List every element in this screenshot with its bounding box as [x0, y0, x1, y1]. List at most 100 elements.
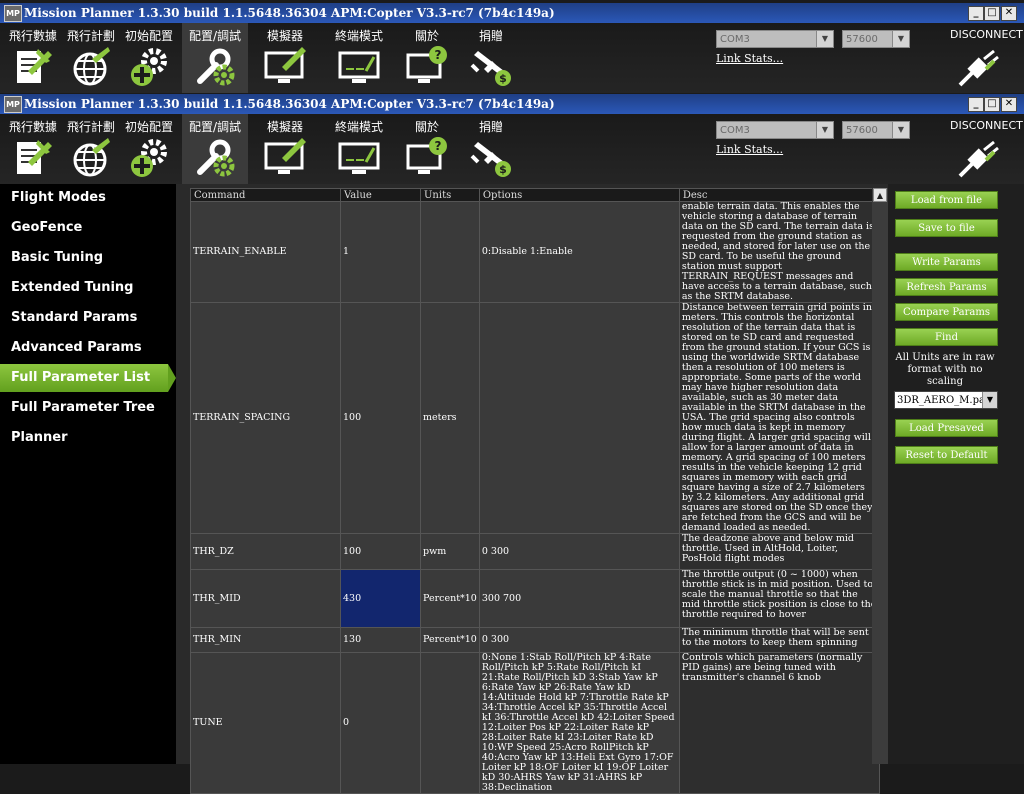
- baud-rate-select[interactable]: 57600 ▼: [842, 121, 910, 139]
- toolbar-globe-button[interactable]: 飛行計劃: [62, 23, 120, 93]
- dropdown-arrow-icon[interactable]: ▼: [892, 122, 909, 138]
- close-icon[interactable]: ✕: [1001, 97, 1017, 112]
- scroll-up-icon[interactable]: ▲: [873, 188, 887, 202]
- close-icon[interactable]: ✕: [1001, 6, 1017, 21]
- sidebar-item-basic-tuning[interactable]: Basic Tuning: [0, 244, 176, 272]
- dropdown-arrow-icon[interactable]: ▼: [892, 31, 909, 47]
- toolbar-flight-data-button[interactable]: 飛行數據: [4, 114, 62, 184]
- toolbar-donate-plane-button[interactable]: 捐贈 $: [462, 23, 520, 93]
- toolbar-simulator-monitor-button[interactable]: 模擬器: [256, 114, 314, 184]
- disconnect-label[interactable]: DISCONNECT: [950, 119, 1023, 132]
- param-file-dropdown[interactable]: 3DR_AERO_M.param ▼: [894, 391, 998, 409]
- app-logo-icon: MP: [4, 5, 22, 22]
- cell-value[interactable]: 100: [340, 533, 421, 570]
- cell-value[interactable]: 100: [340, 302, 421, 534]
- table-row[interactable]: TERRAIN_ENABLE 1 0:Disable 1:Enable enable …: [190, 201, 880, 303]
- table-row[interactable]: THR_MID 430 Percent*10 300 700 The throttle …: [190, 569, 880, 628]
- toolbar-label: 關於: [414, 120, 439, 134]
- column-header-value[interactable]: Value: [340, 188, 421, 202]
- table-row[interactable]: THR_MIN 130 Percent*10 0 300 The minimum thr…: [190, 627, 880, 653]
- sidebar-item-label: Basic Tuning: [11, 250, 104, 265]
- cell-value[interactable]: 130: [340, 627, 421, 653]
- cell-units: meters: [420, 302, 480, 534]
- cell-desc: Distance between terrain grid points in …: [678, 302, 880, 534]
- toolbar-flight-data-button[interactable]: 飛行數據: [4, 23, 62, 93]
- sidebar-item-flight-modes[interactable]: Flight Modes: [0, 184, 176, 212]
- sidebar-item-advanced-params[interactable]: Advanced Params: [0, 334, 176, 362]
- dropdown-arrow-icon[interactable]: ▼: [816, 122, 833, 138]
- column-header-options[interactable]: Options: [478, 188, 680, 202]
- window-title: Mission Planner 1.3.30 build 1.1.5648.36…: [24, 97, 555, 111]
- cell-desc: Controls which parameters (normally PID …: [678, 652, 880, 794]
- toolbar-globe-button[interactable]: 飛行計劃: [62, 114, 120, 184]
- cell-value[interactable]: 1: [340, 201, 421, 303]
- sidebar-item-full-parameter-list[interactable]: Full Parameter List: [0, 364, 176, 392]
- find-button[interactable]: Find: [895, 328, 998, 346]
- minimize-icon[interactable]: _: [968, 97, 984, 112]
- disconnect-plug-icon[interactable]: [958, 138, 1006, 182]
- minimize-icon[interactable]: _: [968, 6, 984, 21]
- toolbar-terminal-monitor-button[interactable]: 終端模式: [330, 23, 388, 93]
- maximize-icon[interactable]: □: [984, 6, 1000, 21]
- toolbar-terminal-monitor-button[interactable]: 終端模式: [330, 114, 388, 184]
- toolbar-label: 捐贈: [478, 120, 503, 134]
- save-to-file-button[interactable]: Save to file: [895, 219, 998, 237]
- svg-text:?: ?: [435, 139, 442, 153]
- sidebar-item-full-parameter-tree[interactable]: Full Parameter Tree: [0, 394, 176, 422]
- sidebar-item-label: Standard Params: [11, 310, 138, 325]
- cell-value[interactable]: 0: [340, 652, 421, 794]
- column-header-command[interactable]: Command: [190, 188, 341, 202]
- dropdown-arrow-icon[interactable]: ▼: [982, 392, 997, 408]
- toolbar-label: 終端模式: [334, 29, 383, 43]
- toolbar-help-monitor-button[interactable]: 關於?: [398, 23, 456, 93]
- com-port-select[interactable]: COM3 ▼: [716, 121, 834, 139]
- reset-to-default-button[interactable]: Reset to Default: [895, 446, 998, 464]
- sidebar-item-label: Advanced Params: [11, 340, 142, 355]
- wrench-gear-icon: [194, 45, 236, 87]
- toolbar-label: 模擬器: [266, 29, 303, 43]
- disconnect-label[interactable]: DISCONNECT: [950, 28, 1023, 41]
- cell-value[interactable]: 430: [340, 569, 421, 628]
- baud-rate-select[interactable]: 57600 ▼: [842, 30, 910, 48]
- sidebar-item-geofence[interactable]: GeoFence: [0, 214, 176, 242]
- toolbar-label: 配置/調試: [188, 120, 242, 134]
- link-stats-link[interactable]: Link Stats...: [716, 143, 783, 156]
- column-header-units[interactable]: Units: [420, 188, 480, 202]
- compare-params-button[interactable]: Compare Params: [895, 303, 998, 321]
- toolbar-gears-plus-button[interactable]: 初始配置: [120, 23, 178, 93]
- cell-command: TERRAIN_ENABLE: [190, 201, 341, 303]
- table-row[interactable]: THR_DZ 100 pwm 0 300 The deadzone above and …: [190, 533, 880, 570]
- baud-rate-value: 57600: [846, 34, 878, 45]
- toolbar-simulator-monitor-button[interactable]: 模擬器: [256, 23, 314, 93]
- column-header-desc[interactable]: Desc: [678, 188, 880, 202]
- dropdown-arrow-icon[interactable]: ▼: [816, 31, 833, 47]
- toolbar-donate-plane-button[interactable]: 捐贈 $: [462, 114, 520, 184]
- sidebar-item-standard-params[interactable]: Standard Params: [0, 304, 176, 332]
- grid-scrollbar[interactable]: [872, 188, 888, 764]
- toolbar-wrench-gear-button[interactable]: 配置/調試: [182, 114, 248, 184]
- load-from-file-button[interactable]: Load from file: [895, 191, 998, 209]
- com-port-value: COM3: [720, 125, 750, 136]
- table-row[interactable]: TUNE 0 0:None 1:Stab Roll/Pitch kP 4:Rate …: [190, 652, 880, 794]
- window-title-bar-back[interactable]: MP Mission Planner 1.3.30 build 1.1.5648…: [0, 3, 1024, 23]
- help-monitor-icon: ?: [406, 45, 448, 87]
- table-row[interactable]: TERRAIN_SPACING 100 meters Distance between…: [190, 302, 880, 534]
- com-port-select[interactable]: COM3 ▼: [716, 30, 834, 48]
- cell-options: 0 300: [478, 533, 680, 570]
- parameter-actions-panel: Load from file Save to file Write Params…: [888, 184, 1024, 764]
- toolbar-label: 捐贈: [478, 29, 503, 43]
- sidebar-item-planner[interactable]: Planner: [0, 424, 176, 452]
- toolbar-help-monitor-button[interactable]: 關於?: [398, 114, 456, 184]
- load-presaved-button[interactable]: Load Presaved: [895, 419, 998, 437]
- toolbar-gears-plus-button[interactable]: 初始配置: [120, 114, 178, 184]
- sidebar-item-extended-tuning[interactable]: Extended Tuning: [0, 274, 176, 302]
- write-params-button[interactable]: Write Params: [895, 253, 998, 271]
- toolbar-wrench-gear-button[interactable]: 配置/調試: [182, 23, 248, 93]
- window-title-bar[interactable]: MP Mission Planner 1.3.30 build 1.1.5648…: [0, 94, 1024, 114]
- maximize-icon[interactable]: □: [984, 97, 1000, 112]
- disconnect-plug-icon[interactable]: [958, 47, 1006, 91]
- baud-rate-value: 57600: [846, 125, 878, 136]
- link-stats-link[interactable]: Link Stats...: [716, 52, 783, 65]
- refresh-params-button[interactable]: Refresh Params: [895, 278, 998, 296]
- toolbar-label: 飛行數據: [8, 120, 57, 134]
